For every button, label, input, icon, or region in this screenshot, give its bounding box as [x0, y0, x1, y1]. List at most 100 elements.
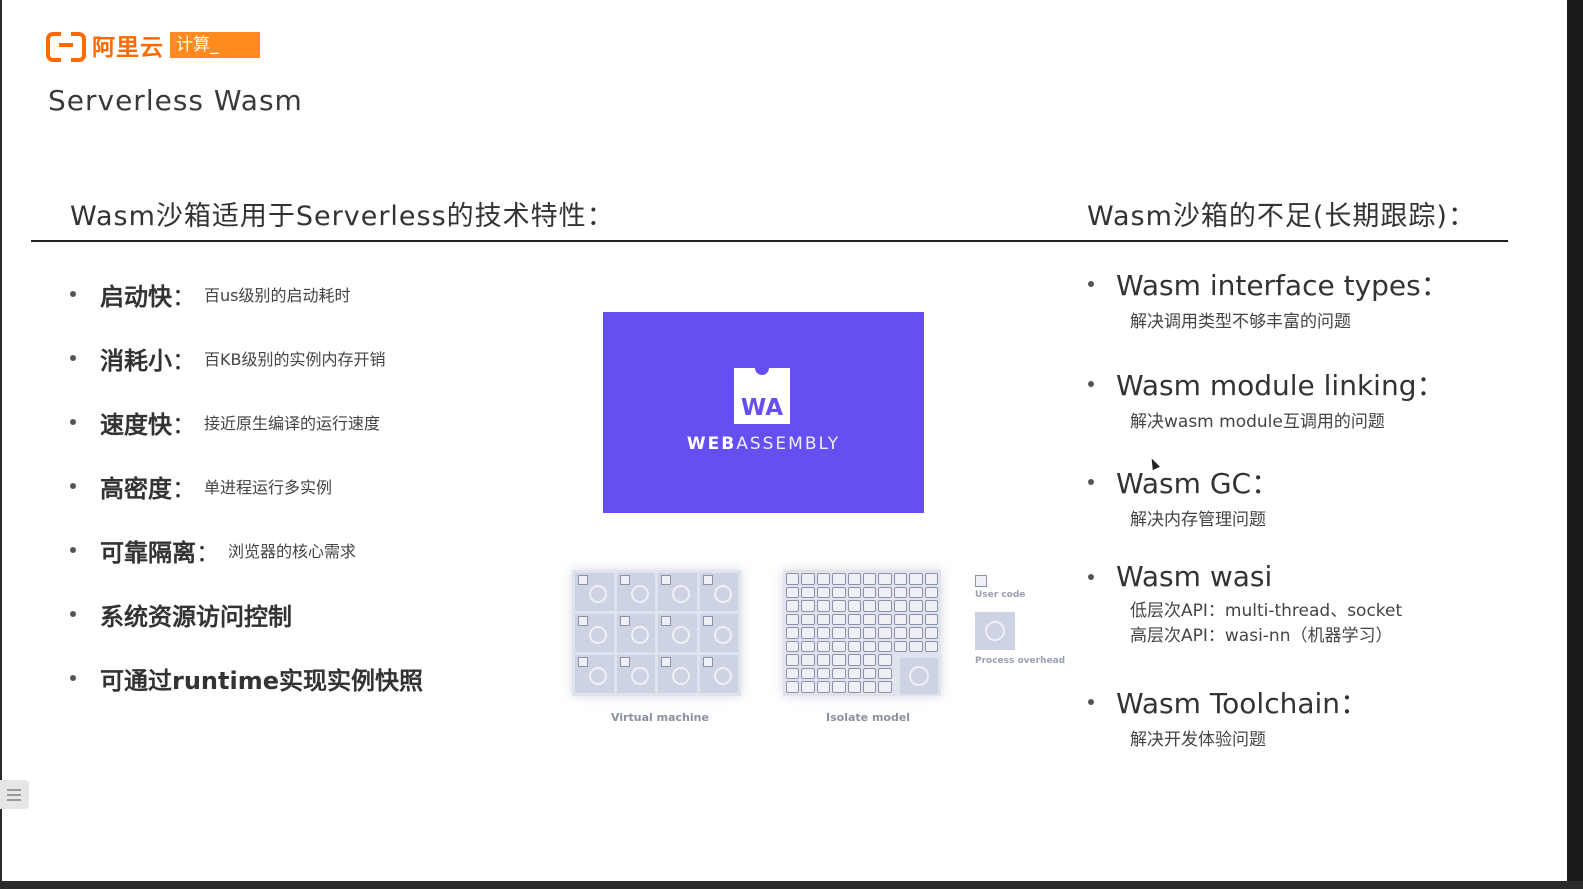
user-code-icon — [661, 616, 671, 626]
user-code-icon — [832, 654, 846, 666]
user-code-icon — [893, 627, 908, 639]
isolate-caption: Isolate model — [826, 711, 911, 724]
legend-user-code: User code — [975, 590, 1026, 600]
gap-title: Wasm module linking： — [1116, 369, 1445, 402]
vm-cell — [658, 655, 697, 693]
section-divider — [31, 240, 1508, 242]
cycle-icon — [589, 626, 607, 644]
vm-cell — [616, 614, 655, 652]
frame-edge-bottom — [0, 881, 1583, 889]
feature-desc: 单进程运行多实例 — [204, 478, 333, 497]
gap-desc-line: 低层次API：multi-thread、socket — [1130, 601, 1403, 621]
user-code-icon — [801, 640, 815, 653]
cycle-icon — [672, 626, 690, 644]
user-code-icon — [847, 640, 861, 653]
vm-cell — [575, 573, 614, 611]
user-code-icon — [786, 640, 800, 653]
bullet-icon — [1088, 479, 1094, 485]
user-code-icon — [878, 640, 892, 653]
user-code-icon — [816, 654, 831, 666]
user-code-icon — [619, 575, 630, 585]
user-code-icon — [619, 657, 630, 667]
gap-title: Wasm GC： — [1116, 467, 1280, 500]
user-code-icon — [924, 586, 938, 599]
gap-title: Wasm interface types： — [1116, 269, 1449, 302]
feature-name: 消耗小 — [100, 346, 172, 375]
user-code-icon — [786, 600, 800, 612]
user-code-icon — [786, 654, 800, 666]
user-code-icon — [924, 627, 938, 639]
user-code-icon — [801, 681, 815, 693]
page-title: Serverless Wasm — [48, 84, 303, 117]
gap-title: Wasm wasi — [1116, 560, 1273, 593]
feature-colon: ： — [172, 474, 196, 503]
user-code-icon — [847, 654, 861, 666]
feature-name: 可通过runtime实现实例快照 — [100, 666, 423, 695]
user-code-icon — [847, 681, 861, 693]
bullet-icon — [70, 675, 76, 681]
user-code-icon — [702, 657, 713, 667]
bullet-icon — [70, 355, 76, 361]
user-code-icon — [847, 600, 861, 612]
sidebar-toggle-button[interactable] — [0, 780, 29, 809]
bullet-icon — [1088, 281, 1094, 287]
cycle-icon — [672, 585, 690, 603]
cycle-icon — [589, 585, 607, 603]
bullet-icon — [70, 611, 76, 617]
feature-colon: ： — [172, 410, 196, 439]
legend-process-overhead: Process overhead — [975, 656, 1066, 666]
logo-text: 阿里云 — [92, 35, 164, 61]
user-code-icon — [847, 573, 861, 585]
wordmark-light: ASSEMBLY — [736, 434, 841, 454]
gap-item: Wasm GC： 解决内存管理问题 — [1088, 462, 1508, 533]
user-code-icon — [847, 627, 861, 639]
user-code-icon — [878, 654, 892, 666]
user-code-icon — [786, 627, 800, 639]
feature-desc: 百KB级别的实例内存开销 — [204, 350, 386, 369]
user-code-icon — [816, 600, 831, 612]
gap-desc: 解决wasm module互调用的问题 — [1130, 412, 1385, 432]
user-code-icon — [862, 586, 877, 599]
user-code-icon — [619, 616, 630, 626]
cycle-icon — [713, 667, 732, 685]
vm-cell — [616, 573, 655, 611]
bullet-icon — [70, 291, 76, 297]
user-code-icon — [862, 681, 877, 693]
user-code-icon — [878, 600, 892, 612]
wa-letters: WA — [740, 395, 784, 421]
gap-item: Wasm interface types： 解决调用类型不够丰富的问题 — [1088, 264, 1508, 335]
feature-item: 速度快 ： 接近原生编译的运行速度 — [70, 390, 423, 454]
user-code-icon — [878, 627, 892, 639]
user-code-icon — [832, 627, 846, 639]
feature-item: 系统资源访问控制 — [70, 582, 423, 646]
user-code-icon — [909, 600, 923, 612]
user-code-icon — [801, 627, 815, 639]
user-code-icon — [909, 586, 923, 599]
gap-desc-line: 高层次API：wasi-nn（机器学习） — [1130, 626, 1393, 646]
feature-name: 启动快 — [100, 282, 172, 311]
user-code-icon — [847, 613, 861, 626]
webassembly-icon: WA — [734, 366, 790, 424]
feature-name: 系统资源访问控制 — [100, 602, 292, 631]
feature-list: 启动快 ： 百us级别的启动耗时 消耗小 ： 百KB级别的实例内存开销 速度快 … — [70, 262, 423, 710]
user-code-icon — [816, 681, 831, 693]
user-code-icon — [909, 640, 923, 653]
feature-item: 消耗小 ： 百KB级别的实例内存开销 — [70, 326, 423, 390]
gap-desc: 解决调用类型不够丰富的问题 — [1130, 312, 1351, 332]
gap-desc: 低层次API：multi-thread、socket 高层次API：wasi-n… — [1130, 599, 1508, 649]
feature-colon: ： — [196, 538, 220, 567]
feature-item: 可靠隔离 ： 浏览器的核心需求 — [70, 518, 423, 582]
process-overhead-icon — [975, 612, 1015, 650]
user-code-icon — [909, 627, 923, 639]
user-code-icon — [924, 600, 938, 612]
bullet-icon — [70, 419, 76, 425]
virtual-machine-diagram — [572, 570, 741, 696]
user-code-icon — [909, 613, 923, 626]
cycle-icon — [713, 626, 732, 644]
right-section-title: Wasm沙箱的不足(长期跟踪)： — [1087, 201, 1476, 232]
user-code-icon — [893, 586, 908, 599]
vm-cell — [575, 614, 614, 652]
vm-cell — [699, 573, 738, 611]
user-code-icon — [786, 667, 800, 680]
user-code-icon — [862, 640, 877, 653]
